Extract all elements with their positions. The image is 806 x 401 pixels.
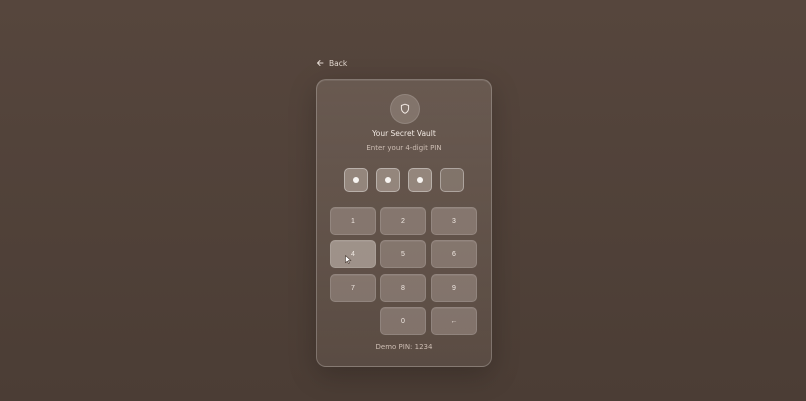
key-4[interactable]: 4 [330,240,376,268]
key-7[interactable]: 7 [330,274,376,302]
key-3[interactable]: 3 [431,207,477,235]
pin-dot-2 [385,177,391,183]
vault-subtitle: Enter your 4-digit PIN [366,144,442,152]
pin-keypad: 1 2 3 4 5 6 7 8 9 0 ← [330,207,480,337]
pin-slot-3 [408,168,432,192]
key-6[interactable]: 6 [431,240,477,268]
vault-title: Your Secret Vault [372,129,436,138]
vault-card: Your Secret Vault Enter your 4-digit PIN… [316,79,492,367]
shield-badge [390,94,420,124]
key-9[interactable]: 9 [431,274,477,302]
key-4-label: 4 [351,250,355,258]
pin-dot-3 [417,177,423,183]
pin-slot-2 [376,168,400,192]
key-8[interactable]: 8 [380,274,426,302]
key-5[interactable]: 5 [380,240,426,268]
backspace-key[interactable]: ← [431,307,477,335]
demo-pin-hint: Demo PIN: 1234 [375,343,433,351]
back-link[interactable]: Back [316,56,347,70]
pin-slot-4 [440,168,464,192]
key-2[interactable]: 2 [380,207,426,235]
pin-slots [344,168,466,193]
back-label: Back [329,58,348,68]
pin-slot-1 [344,168,368,192]
shield-icon [400,103,410,114]
key-1[interactable]: 1 [330,207,376,235]
pin-dot-1 [353,177,359,183]
arrow-left-icon [317,60,324,66]
key-0[interactable]: 0 [380,307,426,335]
